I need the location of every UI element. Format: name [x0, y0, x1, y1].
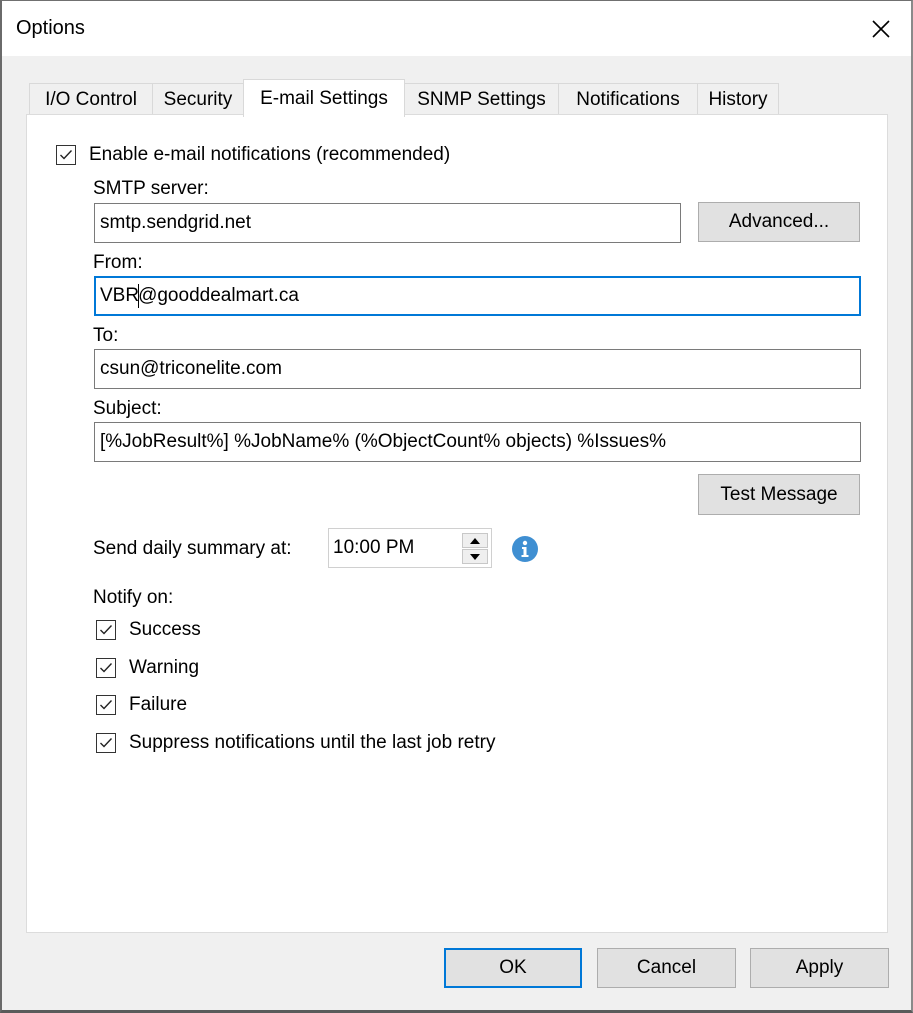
tab-history[interactable]: History	[697, 83, 779, 116]
test-message-button[interactable]: Test Message	[698, 474, 860, 515]
title-bar: Options	[2, 1, 911, 56]
tab-security[interactable]: Security	[152, 83, 244, 116]
checkmark-icon	[100, 700, 113, 710]
from-value-start: VBR	[100, 285, 140, 306]
notify-warning-checkbox[interactable]	[96, 658, 116, 678]
from-label: From:	[93, 252, 143, 273]
notify-on-label: Notify on:	[93, 587, 174, 608]
cancel-button[interactable]: Cancel	[597, 948, 736, 988]
checkmark-icon	[100, 625, 113, 635]
apply-button[interactable]: Apply	[750, 948, 889, 988]
smtp-server-value: smtp.sendgrid.net	[100, 212, 252, 233]
checkmark-icon	[100, 663, 113, 673]
to-value: csun@triconelite.com	[100, 358, 282, 379]
subject-label: Subject:	[93, 398, 162, 419]
ok-button[interactable]: OK	[444, 948, 582, 988]
checkmark-icon	[60, 150, 73, 160]
tab-notifications[interactable]: Notifications	[558, 83, 698, 116]
tab-email-settings[interactable]: E-mail Settings	[243, 79, 405, 117]
advanced-button[interactable]: Advanced...	[698, 202, 860, 242]
window-title: Options	[16, 17, 85, 39]
time-increment-button[interactable]	[462, 533, 488, 548]
enable-email-label: Enable e-mail notifications (recommended…	[89, 144, 451, 165]
notify-failure-checkbox[interactable]	[96, 695, 116, 715]
time-decrement-button[interactable]	[462, 549, 488, 564]
smtp-server-label: SMTP server:	[93, 178, 209, 199]
daily-summary-time-value: 10:00 PM	[333, 537, 415, 558]
tab-snmp-settings[interactable]: SNMP Settings	[404, 83, 559, 116]
daily-summary-label: Send daily summary at:	[93, 538, 292, 559]
suppress-notifications-label: Suppress notifications until the last jo…	[129, 732, 496, 753]
notify-success-checkbox[interactable]	[96, 620, 116, 640]
notify-warning-label: Warning	[129, 657, 200, 678]
enable-email-checkbox[interactable]	[56, 145, 76, 165]
from-value-end: @gooddealmart.ca	[138, 285, 299, 306]
info-icon[interactable]	[512, 536, 538, 562]
suppress-notifications-checkbox[interactable]	[96, 733, 116, 753]
to-label: To:	[93, 325, 119, 346]
close-icon	[872, 19, 890, 38]
from-input[interactable]: VBR @gooddealmart.ca	[94, 276, 861, 316]
subject-value: [%JobResult%] %JobName% (%ObjectCount% o…	[100, 431, 667, 452]
checkmark-icon	[100, 738, 113, 748]
arrow-up-icon	[470, 537, 480, 544]
subject-input[interactable]: [%JobResult%] %JobName% (%ObjectCount% o…	[94, 422, 861, 462]
daily-summary-time-picker[interactable]: 10:00 PM	[328, 528, 492, 568]
notify-success-label: Success	[129, 619, 201, 640]
options-dialog: Options I/O Control Security E-mail Sett…	[0, 0, 913, 1013]
close-button[interactable]	[851, 1, 911, 56]
notify-failure-label: Failure	[129, 694, 188, 715]
arrow-down-icon	[470, 553, 480, 560]
tab-io-control[interactable]: I/O Control	[29, 83, 153, 116]
to-input[interactable]: csun@triconelite.com	[94, 349, 861, 389]
smtp-server-input[interactable]: smtp.sendgrid.net	[94, 203, 681, 243]
email-settings-panel: Enable e-mail notifications (recommended…	[26, 114, 888, 933]
